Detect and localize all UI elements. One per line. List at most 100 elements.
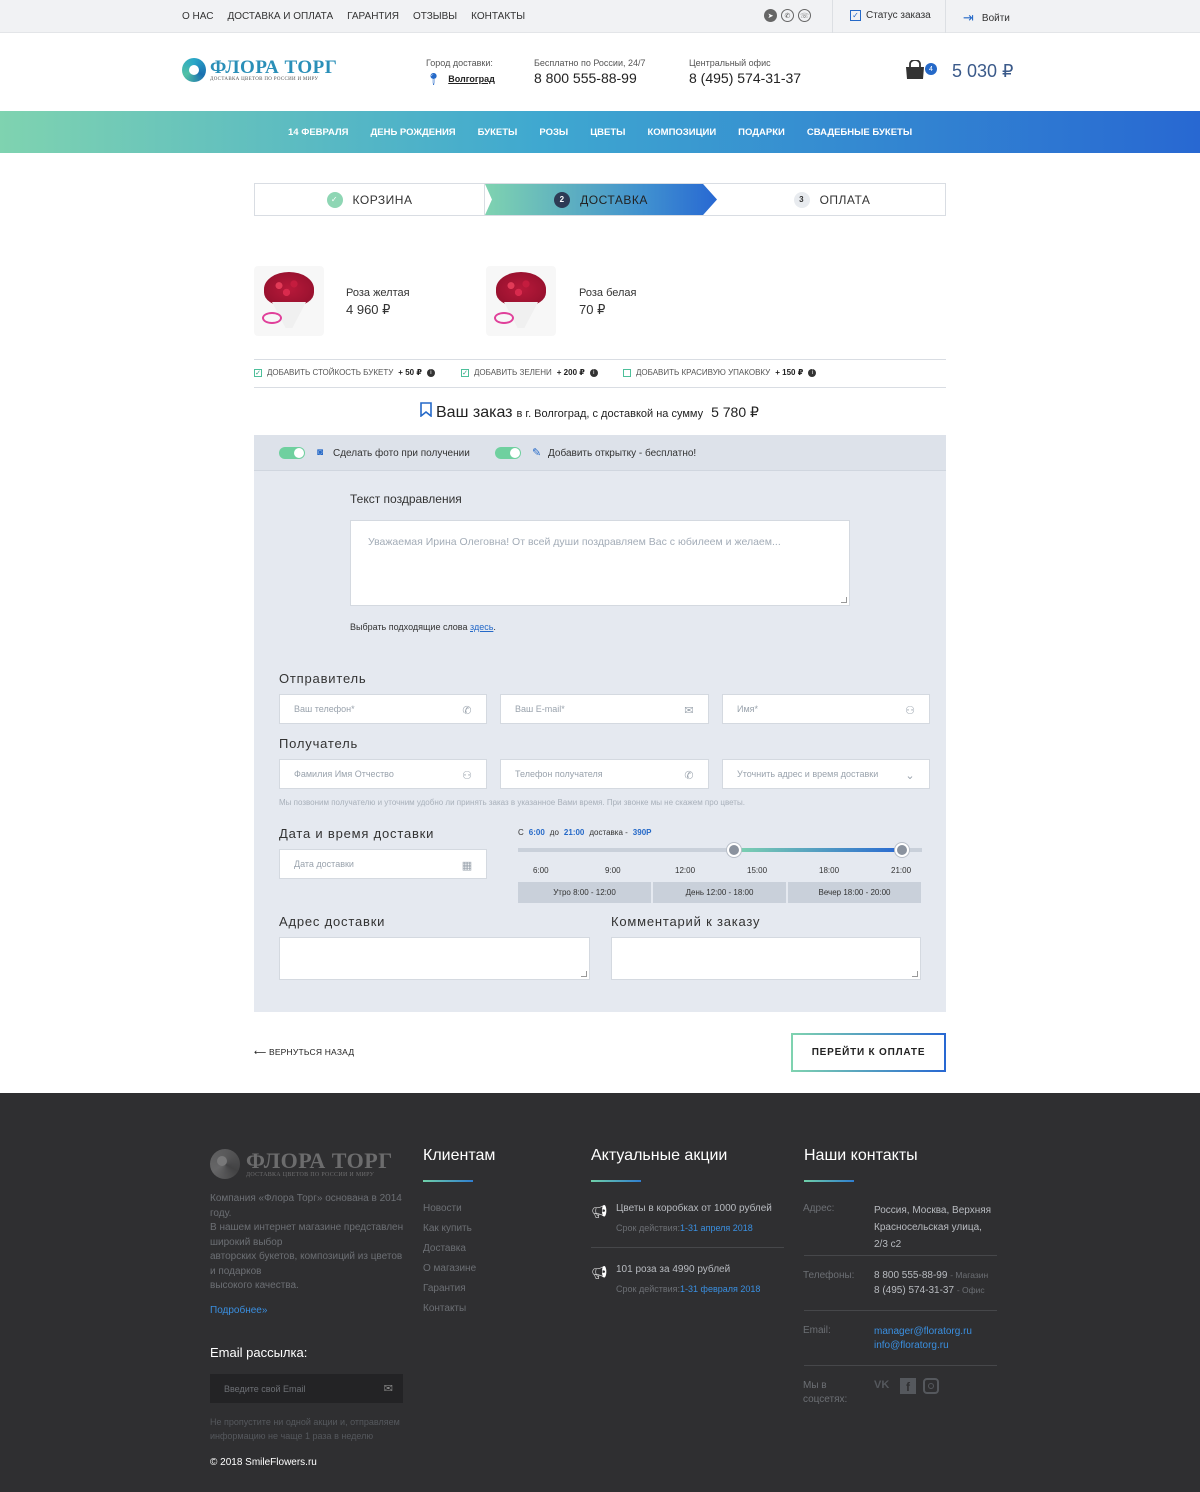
back-link[interactable]: ⟵ ВЕРНУТЬСЯ НАЗАД bbox=[254, 1047, 354, 1058]
product-name[interactable]: Роза желтая bbox=[346, 287, 410, 299]
newsletter-email-input[interactable]: Введите свой Email ✉ bbox=[210, 1374, 403, 1403]
product-name[interactable]: Роза белая bbox=[579, 287, 637, 299]
city-value: Волгоград bbox=[448, 74, 495, 84]
option-greens[interactable]: ✓ ДОБАВИТЬ ЗЕЛЕНИ + 200 ₽ i bbox=[461, 368, 598, 377]
greeting-title: Текст поздравления bbox=[350, 492, 462, 506]
checkbox-checked-icon[interactable]: ✓ bbox=[461, 368, 469, 377]
telegram-icon[interactable]: ➤ bbox=[764, 9, 777, 22]
viber-icon[interactable]: ☏ bbox=[798, 9, 811, 22]
step-payment[interactable]: 3 ОПЛАТА bbox=[717, 184, 947, 215]
nav-bouquets[interactable]: БУКЕТЫ bbox=[478, 127, 518, 138]
shopping-bag-icon[interactable] bbox=[904, 60, 926, 80]
delivery-date-input[interactable]: Дата доставки ▦ bbox=[279, 849, 487, 879]
nav-feb14[interactable]: 14 ФЕВРАЛЯ bbox=[288, 127, 348, 138]
product-price: 4 960 ₽ bbox=[346, 302, 391, 317]
resize-handle[interactable] bbox=[581, 971, 587, 977]
sender-email-placeholder: Ваш E-mail* bbox=[515, 704, 565, 714]
newsletter-placeholder: Введите свой Email bbox=[224, 1383, 306, 1394]
footer-link-contacts[interactable]: Контакты bbox=[423, 1303, 466, 1314]
vk-icon[interactable]: VK bbox=[874, 1379, 889, 1391]
step-delivery[interactable]: 2 ДОСТАВКА bbox=[485, 184, 717, 215]
product-image[interactable] bbox=[254, 266, 324, 336]
more-link[interactable]: Подробнее» bbox=[210, 1305, 267, 1316]
nav-wedding[interactable]: СВАДЕБНЫЕ БУКЕТЫ bbox=[807, 127, 912, 138]
promo-title[interactable]: Цветы в коробках от 1000 рублей bbox=[616, 1201, 772, 1216]
phone-shop[interactable]: 8 800 555-88-99 - Магазин bbox=[874, 1268, 988, 1283]
footer-logo[interactable]: ФЛОРА ТОРГ ДОСТАВКА ЦВЕТОВ ПО РОССИИ И М… bbox=[210, 1149, 393, 1179]
checkbox-empty-icon[interactable] bbox=[623, 368, 631, 377]
about-line: В нашем интернет магазине представлен ши… bbox=[210, 1222, 404, 1248]
resize-handle[interactable] bbox=[912, 971, 918, 977]
checkbox-checked-icon[interactable]: ✓ bbox=[254, 368, 262, 377]
address-textarea[interactable] bbox=[279, 937, 590, 980]
option-packaging[interactable]: ДОБАВИТЬ КРАСИВУЮ УПАКОВКУ + 150 ₽ i bbox=[623, 368, 817, 377]
phone-office-footer[interactable]: 8 (495) 574-31-37 - Офис bbox=[874, 1283, 985, 1298]
sender-email-input[interactable]: Ваш E-mail* ✉ bbox=[500, 694, 709, 724]
edit-icon: ✎ bbox=[532, 447, 542, 459]
divider bbox=[254, 387, 946, 388]
nav-roses[interactable]: РОЗЫ bbox=[539, 127, 568, 138]
recipient-address-select[interactable]: Уточнить адрес и время доставки ⌄ bbox=[722, 759, 930, 789]
nav-gifts[interactable]: ПОДАРКИ bbox=[738, 127, 785, 138]
address-text: Россия, Москва, Верхняя Красносельская у… bbox=[874, 1202, 991, 1253]
nav-birthday[interactable]: ДЕНЬ РОЖДЕНИЯ bbox=[370, 127, 455, 138]
footer-link-delivery[interactable]: Доставка bbox=[423, 1243, 466, 1254]
range-price: 390Р bbox=[632, 828, 652, 837]
order-summary: Ваш заказ в г. Волгоград, с доставкой на… bbox=[420, 402, 759, 422]
period-morning[interactable]: Утро 8:00 - 12:00 bbox=[518, 882, 651, 903]
logo[interactable]: ФЛОРА ТОРГ ДОСТАВКА ЦВЕТОВ ПО РОССИИ И М… bbox=[182, 58, 337, 82]
top-nav-guarantee[interactable]: ГАРАНТИЯ bbox=[347, 11, 399, 22]
period-day[interactable]: День 12:00 - 18:00 bbox=[653, 882, 786, 903]
logo-title: ФЛОРА ТОРГ bbox=[210, 56, 338, 78]
envelope-icon[interactable]: ✉ bbox=[384, 1382, 393, 1395]
info-icon[interactable]: i bbox=[589, 368, 598, 377]
footer-link-about[interactable]: О магазине bbox=[423, 1263, 476, 1274]
top-nav-about[interactable]: О НАС bbox=[182, 11, 213, 22]
nav-flowers[interactable]: ЦВЕТЫ bbox=[590, 127, 625, 138]
instagram-icon[interactable] bbox=[923, 1378, 939, 1394]
go-to-payment-button[interactable]: ПЕРЕЙТИ К ОПЛАТЕ bbox=[791, 1033, 946, 1072]
resize-handle[interactable] bbox=[841, 597, 847, 603]
info-icon[interactable]: i bbox=[808, 368, 817, 377]
step-cart[interactable]: ✓ КОРЗИНА bbox=[255, 184, 485, 215]
cart-total[interactable]: 5 030 ₽ bbox=[952, 61, 1014, 82]
top-nav-contacts[interactable]: КОНТАКТЫ bbox=[471, 11, 525, 22]
email-info[interactable]: info@floratorg.ru bbox=[874, 1338, 949, 1353]
slider-handle-start[interactable] bbox=[727, 843, 741, 857]
nav-compositions[interactable]: КОМПОЗИЦИИ bbox=[647, 127, 716, 138]
user-icon: ⚇ bbox=[905, 704, 915, 717]
footer-link-guarantee[interactable]: Гарантия bbox=[423, 1283, 466, 1294]
pick-words-link[interactable]: здесь bbox=[470, 622, 493, 632]
facebook-icon[interactable]: f bbox=[900, 1378, 916, 1394]
phone-free[interactable]: 8 800 555-88-99 bbox=[534, 70, 637, 86]
card-toggle[interactable] bbox=[495, 447, 521, 459]
about-line: высокого качества. bbox=[210, 1280, 299, 1291]
slider-tick: 21:00 bbox=[891, 866, 912, 875]
envelope-icon: ✉ bbox=[684, 704, 694, 717]
step-delivery-number: 2 bbox=[554, 191, 571, 208]
greeting-placeholder: Уважаемая Ирина Олеговна! От всей души п… bbox=[368, 536, 781, 548]
sender-name-input[interactable]: Имя* ⚇ bbox=[722, 694, 930, 724]
slider-handle-end[interactable] bbox=[895, 843, 909, 857]
top-nav-delivery[interactable]: ДОСТАВКА И ОПЛАТА bbox=[227, 11, 333, 22]
footer-link-how-to-buy[interactable]: Как купить bbox=[423, 1223, 472, 1234]
promo-title[interactable]: 101 роза за 4990 рублей bbox=[616, 1262, 730, 1277]
login-link[interactable]: ⇥ Войти bbox=[963, 10, 1010, 26]
comment-textarea[interactable] bbox=[611, 937, 921, 980]
whatsapp-icon[interactable]: ✆ bbox=[781, 9, 794, 22]
option-durability[interactable]: ✓ ДОБАВИТЬ СТОЙКОСТЬ БУКЕТУ + 50 ₽ i bbox=[254, 368, 435, 377]
info-icon[interactable]: i bbox=[426, 368, 435, 377]
period-evening[interactable]: Вечер 18:00 - 20:00 bbox=[788, 882, 921, 903]
photo-toggle[interactable] bbox=[279, 447, 305, 459]
greeting-textarea[interactable]: Уважаемая Ирина Олеговна! От всей души п… bbox=[350, 520, 850, 606]
email-manager[interactable]: manager@floratorg.ru bbox=[874, 1324, 972, 1339]
recipient-name-input[interactable]: Фамилия Имя Отчество ⚇ bbox=[279, 759, 487, 789]
footer-link-news[interactable]: Новости bbox=[423, 1203, 462, 1214]
city-selector[interactable]: 📍︎ Волгоград bbox=[426, 72, 495, 86]
top-nav-reviews[interactable]: ОТЗЫВЫ bbox=[413, 11, 457, 22]
phone-office[interactable]: 8 (495) 574-31-37 bbox=[689, 70, 801, 86]
recipient-phone-input[interactable]: Телефон получателя ✆ bbox=[500, 759, 709, 789]
sender-phone-input[interactable]: Ваш телефон* ✆ bbox=[279, 694, 487, 724]
product-image[interactable] bbox=[486, 266, 556, 336]
order-status-link[interactable]: ✓ Статус заказа bbox=[850, 10, 931, 21]
